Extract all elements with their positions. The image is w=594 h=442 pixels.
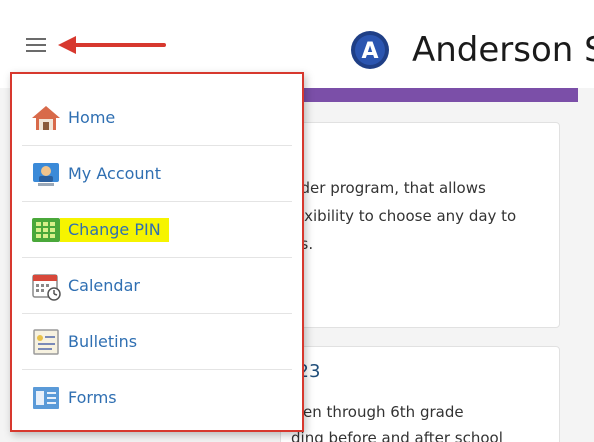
content-card: -23 rten through 6th grade ding before a… xyxy=(280,346,560,442)
forms-icon xyxy=(33,387,59,409)
menu-item-bulletins[interactable]: Bulletins xyxy=(22,314,292,370)
school-logo-icon: A xyxy=(351,31,389,69)
pin-keypad-icon xyxy=(32,218,60,242)
menu-item-home[interactable]: Home xyxy=(22,90,292,146)
content-card: nder program, that allows lexibility to … xyxy=(280,122,560,328)
menu-item-my-account[interactable]: My Account xyxy=(22,146,292,202)
card-text-line: ding before and after school xyxy=(291,429,503,442)
school-title: Anderson S xyxy=(412,30,594,70)
menu-item-label: Home xyxy=(68,108,116,127)
menu-item-change-pin[interactable]: Change PIN xyxy=(22,202,292,258)
menu-item-forms[interactable]: Forms xyxy=(22,370,292,426)
menu-item-label: Forms xyxy=(68,388,117,407)
menu-item-label: Bulletins xyxy=(68,332,138,351)
svg-text:A: A xyxy=(361,39,378,64)
hamburger-menu-icon[interactable] xyxy=(26,36,46,54)
card-text-line: rten through 6th grade xyxy=(291,403,464,421)
menu-item-label: Calendar xyxy=(68,276,140,295)
calendar-icon xyxy=(32,274,61,301)
menu-item-label: My Account xyxy=(68,164,161,183)
home-icon xyxy=(32,106,60,130)
menu-item-calendar[interactable]: Calendar xyxy=(22,258,292,314)
menu-item-label: Change PIN xyxy=(60,218,169,242)
card-text-line: nder program, that allows xyxy=(291,179,486,197)
bulletins-icon xyxy=(33,329,59,355)
navigation-drawer: Home My Account Change PIN Calendar Bull… xyxy=(10,72,304,432)
account-icon xyxy=(33,163,59,186)
accent-bar xyxy=(296,88,578,102)
card-text-line: lexibility to choose any day to xyxy=(291,207,517,225)
annotation-arrow-icon xyxy=(58,36,166,54)
